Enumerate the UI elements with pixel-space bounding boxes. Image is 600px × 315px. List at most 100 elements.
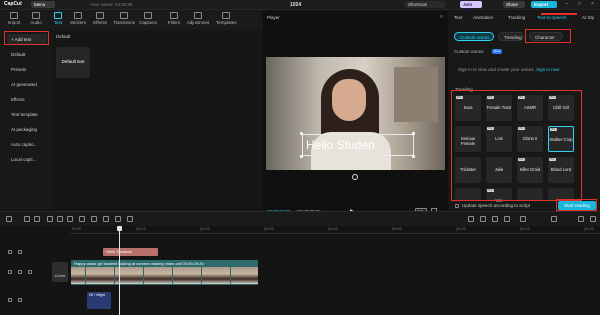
filter-pill-0[interactable]: Custom voices — [454, 32, 494, 41]
right-tab-1[interactable]: Animation — [473, 15, 493, 20]
sidebar-item-5[interactable]: Text template — [7, 109, 47, 119]
filters-icon — [170, 12, 178, 19]
magnet-icon[interactable] — [468, 216, 474, 222]
sidebar-item-6[interactable]: AI packaging — [7, 124, 47, 134]
template-panel: Default Default text — [52, 30, 262, 210]
video-clip[interactable]: Happy asian girl student looking at came… — [71, 260, 258, 285]
filter-pill-1[interactable]: Trending — [498, 32, 524, 41]
split-right-icon[interactable] — [67, 216, 73, 222]
signin-text: Sign in to view and create your voices. — [458, 67, 535, 72]
sidebar-item-3[interactable]: AI generated — [7, 79, 47, 89]
split-icon[interactable] — [47, 216, 53, 222]
zoom-out-icon[interactable] — [520, 216, 526, 222]
mute-icon[interactable] — [18, 298, 22, 302]
tab-label: Filters — [167, 20, 181, 25]
signin-message: Sign in to view and create your voices. … — [458, 67, 559, 72]
video-clip-title: Happy asian girl student looking at came… — [74, 261, 204, 266]
video-thumbnail — [143, 267, 158, 284]
export-button[interactable]: Export — [531, 1, 557, 8]
update-speech-checkbox[interactable] — [455, 204, 459, 208]
crop-icon[interactable] — [127, 216, 133, 222]
video-preview[interactable]: Hello Studen — [266, 57, 445, 170]
tab-text[interactable]: Text — [48, 12, 68, 25]
tab-effects[interactable]: Effects — [90, 12, 110, 25]
tool-tabs: Import Audio Text Stickers Effects Transition… — [0, 10, 262, 30]
right-tab-0[interactable]: Text — [454, 15, 462, 20]
effects-icon — [96, 12, 104, 19]
default-text-card[interactable]: Default text — [56, 47, 90, 78]
mask-icon[interactable] — [91, 216, 97, 222]
video-thumbnail — [71, 267, 85, 284]
tab-transitions[interactable]: Transitions — [112, 12, 136, 25]
tab-captions[interactable]: Captions — [138, 12, 158, 25]
caption-text-box[interactable]: Hello Studen — [302, 134, 414, 156]
resize-handle[interactable] — [412, 155, 415, 158]
undo-icon[interactable] — [24, 216, 30, 222]
preview-axis-icon[interactable] — [492, 216, 498, 222]
tab-filters[interactable]: Filters — [164, 12, 184, 25]
mute-icon[interactable] — [28, 270, 32, 274]
minimize-icon[interactable]: – — [562, 1, 571, 8]
signin-link[interactable]: Sign in now — [536, 67, 559, 72]
tab-templates[interactable]: Templates — [216, 12, 237, 25]
tab-stickers[interactable]: Stickers — [68, 12, 88, 25]
player-menu-icon[interactable]: ≡ — [440, 14, 443, 20]
resize-handle[interactable] — [300, 132, 303, 135]
redo-icon[interactable] — [34, 216, 40, 222]
text-clip[interactable]: Hello Students — [103, 248, 158, 256]
shortcuts-button[interactable]: Shortcuts — [405, 1, 445, 8]
templates-icon — [222, 12, 230, 19]
import-icon — [10, 12, 18, 19]
rotate-handle-icon[interactable] — [352, 174, 358, 180]
resize-handle[interactable] — [412, 132, 415, 135]
select-icon[interactable] — [6, 216, 12, 222]
eye-icon[interactable] — [18, 250, 22, 254]
video-thumbnail — [187, 267, 201, 284]
sidebar-item-7[interactable]: Auto captio... — [7, 139, 47, 149]
close-icon[interactable]: × — [588, 1, 597, 8]
link-icon[interactable] — [480, 216, 486, 222]
eye-icon[interactable] — [18, 270, 22, 274]
tab-adjustment[interactable]: Adjustment — [186, 12, 210, 25]
ruler-tick: |01:20 — [584, 227, 594, 231]
player-panel: Player ≡ Hello Studen 00:00:07:25 00:00:… — [263, 11, 448, 215]
cover-button[interactable]: Cover — [52, 262, 68, 282]
share-button[interactable]: Share — [503, 1, 525, 8]
fit-icon[interactable] — [590, 216, 596, 222]
right-tab-3[interactable]: Text-to-speech — [537, 15, 567, 20]
resize-handle[interactable] — [300, 155, 303, 158]
title-bar: CapCut Menu Auto saved: 04:25:58 1024 Sh… — [0, 0, 600, 12]
menu-button[interactable]: Menu — [31, 1, 55, 8]
playhead[interactable] — [117, 226, 122, 315]
maximize-icon[interactable]: □ — [575, 1, 584, 8]
annotation-character-pill — [525, 29, 571, 43]
delete-icon[interactable] — [79, 216, 85, 222]
mirror-icon[interactable] — [103, 216, 109, 222]
text-icon — [54, 12, 62, 19]
annotation-voice-grid — [451, 90, 582, 201]
sidebar-item-2[interactable]: Presets — [7, 64, 47, 74]
ruler-tick: |01:10 — [520, 227, 530, 231]
zoom-slider-icon[interactable] — [551, 216, 557, 222]
rotate-icon[interactable] — [115, 216, 121, 222]
ruler-tick: |00:10 — [136, 227, 146, 231]
sidebar-item-8[interactable]: Local capti... — [7, 154, 47, 164]
right-tab-2[interactable]: Tracking — [508, 15, 525, 20]
lock-icon[interactable] — [8, 250, 12, 254]
video-thumbnail — [216, 267, 230, 284]
video-thumbnail — [172, 267, 187, 284]
tab-audio[interactable]: Audio — [26, 12, 46, 25]
split-screen-icon[interactable] — [504, 216, 510, 222]
lock-icon[interactable] — [8, 270, 12, 274]
sidebar-item-4[interactable]: Effects — [7, 94, 47, 104]
lock-icon[interactable] — [8, 298, 12, 302]
sidebar-item-1[interactable]: Default — [7, 49, 47, 59]
join-pro-button[interactable]: Join Pro — [460, 1, 482, 12]
zoom-in-icon[interactable] — [578, 216, 584, 222]
playhead-handle[interactable] — [117, 226, 122, 231]
split-left-icon[interactable] — [57, 216, 63, 222]
right-tab-4[interactable]: AI Sty — [582, 15, 594, 20]
tab-import[interactable]: Import — [4, 12, 24, 25]
audio-clip[interactable]: Hi! I Might — [87, 292, 111, 309]
annotation-tts-underline — [541, 13, 577, 15]
